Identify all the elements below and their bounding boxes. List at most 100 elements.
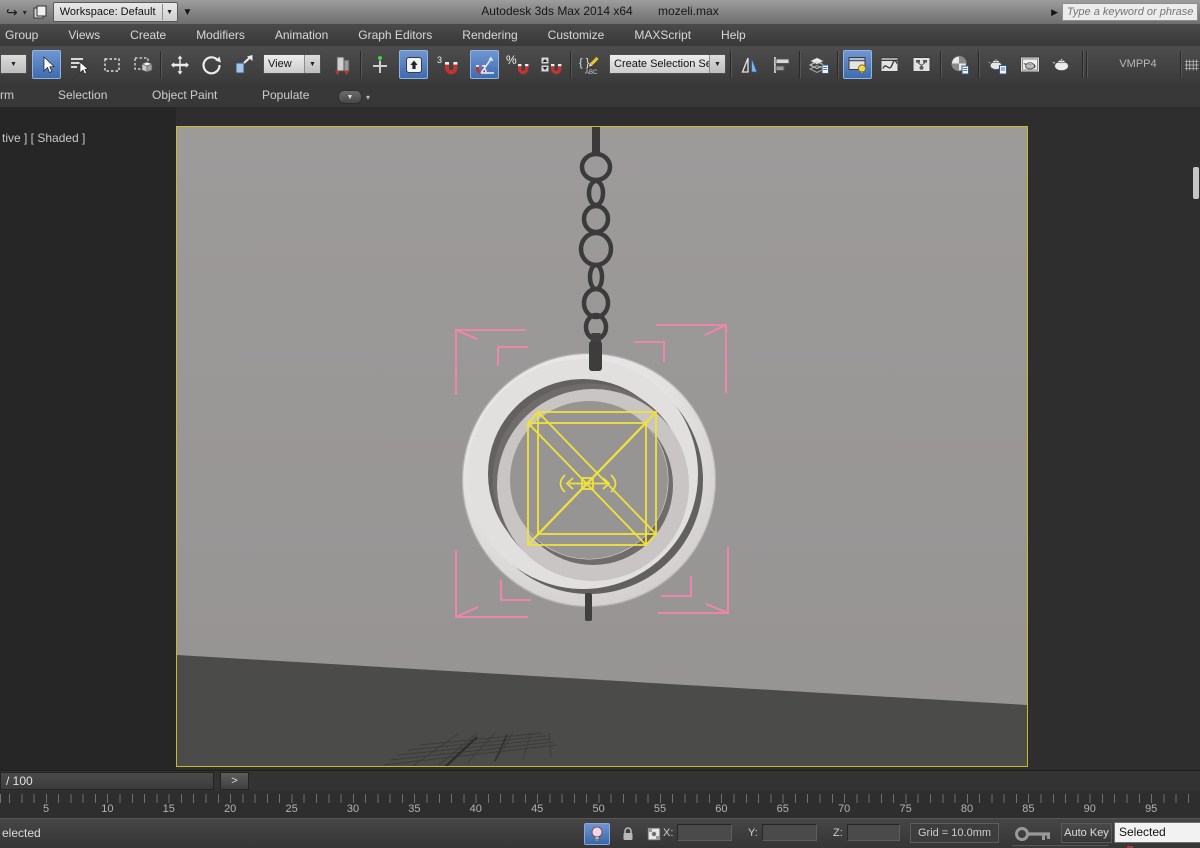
isolate-selection-button[interactable] <box>584 823 610 845</box>
menu-animation[interactable]: Animation <box>260 24 343 46</box>
rectangular-selection-region-button[interactable] <box>97 50 126 79</box>
edit-named-selection-sets-button[interactable]: { } ABC <box>575 50 604 79</box>
search-input[interactable] <box>1062 3 1198 21</box>
x-coordinate-label: X: <box>663 827 674 839</box>
use-pivot-point-center-button[interactable] <box>327 50 356 79</box>
ribbon-toggle-icon <box>848 56 866 74</box>
select-and-move-button[interactable] <box>165 50 194 79</box>
viewport-area: tive ] [ Shaded ] <box>0 107 1200 770</box>
manipulate-icon <box>372 54 387 73</box>
render-setup-button[interactable] <box>983 50 1012 79</box>
schematic-view-icon <box>912 56 930 72</box>
curve-editor-button[interactable] <box>875 50 904 79</box>
grid-setting-display: Grid = 10.0mm <box>910 823 999 843</box>
toolbar-divider <box>570 51 571 78</box>
select-and-rotate-button[interactable] <box>197 50 226 79</box>
window-title: Autodesk 3ds Max 2014 x64 mozeli.max <box>0 4 1200 18</box>
window-crossing-toggle-button[interactable] <box>128 50 157 79</box>
infocenter-collapse-icon[interactable]: ▶ <box>1051 7 1058 18</box>
perspective-viewport[interactable] <box>176 126 1028 767</box>
chevron-down-icon: ▼ <box>1 55 26 73</box>
reference-coordinate-system-dropdown[interactable]: View ▼ <box>263 54 321 74</box>
toolbar-grid-button[interactable] <box>1185 50 1200 79</box>
material-editor-button[interactable] <box>945 50 974 79</box>
tab-freeform[interactable]: rm <box>0 88 14 102</box>
tab-selection[interactable]: Selection <box>58 88 107 102</box>
auto-key-button[interactable]: Auto Key <box>1061 823 1112 843</box>
snap-toggle-3d-button[interactable]: 3 <box>434 50 463 79</box>
3ds-max-window: ↪ ▾ Workspace: Default ▼ ▼ Autodesk 3ds … <box>0 0 1200 848</box>
file-name: mozeli.max <box>658 4 719 18</box>
z-coordinate-field[interactable] <box>847 824 900 841</box>
transform-mode-icon <box>647 827 661 841</box>
menu-help[interactable]: Help <box>706 24 761 46</box>
select-and-manipulate-button[interactable] <box>365 50 394 79</box>
spinner-snap-toggle-button[interactable] <box>537 50 566 79</box>
ruler-label: 80 <box>960 803 974 815</box>
ruler-label: 90 <box>1083 803 1096 815</box>
select-object-button[interactable] <box>32 50 61 79</box>
app-title: Autodesk 3ds Max 2014 x64 <box>481 4 633 18</box>
menu-rendering[interactable]: Rendering <box>447 24 532 46</box>
next-frame-button[interactable]: > <box>220 772 249 790</box>
ruler-label: 20 <box>224 803 237 815</box>
graphite-modeling-tools-button[interactable] <box>843 50 872 79</box>
named-selection-set-dropdown[interactable]: Create Selection Se ▼ <box>609 54 726 74</box>
menu-views[interactable]: Views <box>53 24 115 46</box>
status-bar: elected X: Y: Z: Grid = 10.0mm Auto Key … <box>0 818 1200 848</box>
menu-group[interactable]: Group <box>0 24 53 46</box>
mirror-button[interactable] <box>735 50 764 79</box>
align-icon <box>773 56 789 73</box>
angle-snap-icon <box>475 56 494 74</box>
layers-icon <box>808 56 829 74</box>
menu-maxscript[interactable]: MAXScript <box>619 24 706 46</box>
timeline-ticks <box>0 794 1200 803</box>
schematic-view-button[interactable] <box>907 50 936 79</box>
ribbon-minimize-button[interactable]: ▼ <box>338 90 362 104</box>
viewport-label[interactable]: tive ] [ Shaded ] <box>2 131 85 145</box>
key-filter-dropdown[interactable]: Selected <box>1114 822 1200 843</box>
percent-snap-icon: % <box>506 53 528 74</box>
selection-lock-toggle[interactable] <box>615 823 641 845</box>
coordinate-system-value: View <box>268 58 292 70</box>
tab-object-paint[interactable]: Object Paint <box>152 88 217 102</box>
toolbar-divider <box>978 51 979 78</box>
snap-mode-label: 3 <box>437 55 442 65</box>
rendered-frame-window-button[interactable] <box>1015 50 1044 79</box>
z-coordinate-label: Z: <box>833 827 843 839</box>
x-coordinate-field[interactable] <box>677 824 732 841</box>
time-slider[interactable]: / 100 <box>0 772 214 790</box>
menu-create[interactable]: Create <box>115 24 181 46</box>
toolbar-divider <box>730 51 731 78</box>
ruler-label: 85 <box>1022 803 1035 815</box>
ruler-label: 50 <box>592 803 605 815</box>
ruler-label: 95 <box>1145 803 1158 815</box>
dashed-rectangle-icon <box>103 57 120 72</box>
selection-set-value: Create Selection Se <box>614 58 709 70</box>
toolbar-flyout-dropdown[interactable]: ▼ <box>0 54 27 74</box>
lock-icon <box>623 827 633 840</box>
keyboard-shortcut-override-button[interactable] <box>399 50 428 79</box>
menu-customize[interactable]: Customize <box>533 24 620 46</box>
set-key-button[interactable] <box>1012 823 1056 845</box>
ribbon-minimize-arrow-icon[interactable]: ▾ <box>366 93 370 102</box>
render-production-button[interactable] <box>1047 50 1076 79</box>
select-and-scale-button[interactable] <box>229 50 258 79</box>
timeline-ruler[interactable]: 5 10 15 20 25 30 35 40 45 50 55 60 65 70 75 80 85 90 95 <box>0 791 1200 819</box>
viewport-scene <box>177 127 1027 766</box>
select-by-name-button[interactable] <box>64 50 93 79</box>
tab-populate[interactable]: Populate <box>262 88 309 102</box>
chain-bottom-sliver <box>585 593 592 621</box>
angle-snap-toggle-button[interactable] <box>470 50 499 79</box>
align-button[interactable] <box>767 50 796 79</box>
ruler-label: 10 <box>101 803 114 815</box>
ruler-label: 55 <box>653 803 667 815</box>
selection-prompt: elected <box>2 826 41 840</box>
percent-snap-toggle-button[interactable]: % <box>504 50 533 79</box>
menu-graph-editors[interactable]: Graph Editors <box>343 24 447 46</box>
select-by-name-icon <box>70 57 89 74</box>
right-scrollbar-thumb[interactable] <box>1193 167 1199 199</box>
manage-layers-button[interactable] <box>804 50 833 79</box>
y-coordinate-field[interactable] <box>762 824 817 841</box>
menu-modifiers[interactable]: Modifiers <box>181 24 260 46</box>
